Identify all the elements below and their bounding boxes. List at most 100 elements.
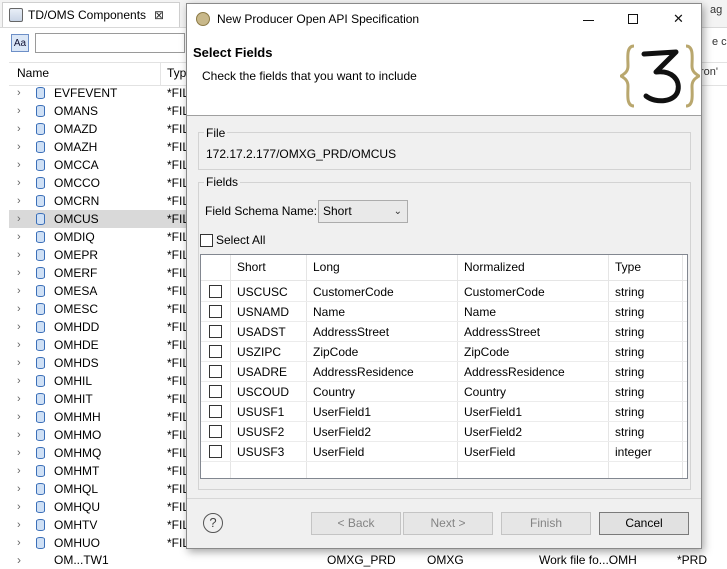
tree-arrow-icon[interactable]: ›	[17, 498, 21, 516]
components-row[interactable]: › OMDIQ *FIL	[9, 228, 209, 246]
column-type[interactable]: Type	[615, 260, 641, 274]
tree-arrow-icon[interactable]: ›	[17, 138, 21, 156]
field-checkbox[interactable]	[209, 405, 222, 418]
field-checkbox[interactable]	[209, 325, 222, 338]
component-description: Work file fo...OMH	[539, 553, 637, 567]
table-row[interactable]: USADST AddressStreet AddressStreet string	[201, 322, 687, 342]
tree-arrow-icon[interactable]: ›	[17, 390, 21, 408]
table-row[interactable]: USNAMD Name Name string	[201, 302, 687, 322]
field-checkbox[interactable]	[209, 305, 222, 318]
components-row[interactable]: › OMAZH *FIL	[9, 138, 209, 156]
tab-td-oms-components[interactable]: TD/OMS Components ⊠	[2, 2, 180, 27]
database-file-icon	[36, 465, 45, 477]
tree-arrow-icon[interactable]: ›	[17, 462, 21, 480]
tree-arrow-icon[interactable]: ›	[17, 120, 21, 138]
table-row[interactable]: USUSF1 UserField1 UserField1 string	[201, 402, 687, 422]
table-row[interactable]: USUSF3 UserField UserField integer	[201, 442, 687, 462]
field-checkbox[interactable]	[209, 445, 222, 458]
tree-arrow-icon[interactable]: ›	[17, 174, 21, 192]
finish-button[interactable]: Finish	[501, 512, 591, 535]
components-row[interactable]: › OMCCA *FIL	[9, 156, 209, 174]
components-row[interactable]: › OMCCO *FIL	[9, 174, 209, 192]
tree-arrow-icon[interactable]: ›	[17, 408, 21, 426]
tree-arrow-icon[interactable]: ›	[17, 210, 21, 228]
field-checkbox[interactable]	[209, 425, 222, 438]
components-row[interactable]: › OMESA *FIL	[9, 282, 209, 300]
components-row[interactable]: › OMHIL *FIL	[9, 372, 209, 390]
tree-arrow-icon[interactable]: ›	[17, 264, 21, 282]
components-row[interactable]: › OMHDS *FIL	[9, 354, 209, 372]
column-type[interactable]: Typ	[167, 66, 186, 80]
tree-arrow-icon[interactable]: ›	[17, 192, 21, 210]
components-row[interactable]: › OMCUS *FIL	[9, 210, 209, 228]
tree-arrow-icon[interactable]: ›	[17, 282, 21, 300]
database-file-icon	[36, 249, 45, 261]
filter-input[interactable]	[35, 33, 185, 53]
components-row[interactable]: › OMHQU *FIL	[9, 498, 209, 516]
column-short[interactable]: Short	[237, 260, 266, 274]
tree-arrow-icon[interactable]: ›	[17, 318, 21, 336]
field-checkbox[interactable]	[209, 385, 222, 398]
schema-name-label: Field Schema Name:	[205, 204, 318, 218]
components-row[interactable]: › OMAZD *FIL	[9, 120, 209, 138]
minimize-button[interactable]	[566, 4, 611, 34]
table-row[interactable]: USZIPC ZipCode ZipCode string	[201, 342, 687, 362]
tree-arrow-icon[interactable]: ›	[17, 84, 21, 102]
components-row[interactable]: › OMCRN *FIL	[9, 192, 209, 210]
table-row[interactable]: USADRE AddressResidence AddressResidence st…	[201, 362, 687, 382]
close-icon[interactable]: ⊠	[154, 8, 164, 22]
tree-arrow-icon[interactable]: ›	[17, 444, 21, 462]
components-row[interactable]: › OMANS *FIL	[9, 102, 209, 120]
field-short: USCUSC	[237, 285, 288, 299]
close-button[interactable]: ✕	[656, 4, 701, 34]
maximize-button[interactable]	[611, 4, 656, 34]
components-row[interactable]: › OMESC *FIL	[9, 300, 209, 318]
tree-arrow-icon[interactable]: ›	[17, 246, 21, 264]
component-name: OMHDS	[54, 356, 99, 370]
tree-arrow-icon[interactable]: ›	[17, 426, 21, 444]
components-row[interactable]: › OMHUO *FIL	[9, 534, 209, 552]
components-row[interactable]: › OMHTV *FIL	[9, 516, 209, 534]
tree-arrow-icon[interactable]: ›	[17, 534, 21, 552]
tree-arrow-icon[interactable]: ›	[17, 480, 21, 498]
components-row[interactable]: › OMHDD *FIL	[9, 318, 209, 336]
tree-arrow-icon[interactable]: ›	[17, 228, 21, 246]
field-checkbox[interactable]	[209, 285, 222, 298]
column-long[interactable]: Long	[313, 260, 340, 274]
back-button[interactable]: < Back	[311, 512, 401, 535]
tree-arrow-icon[interactable]: ›	[17, 102, 21, 120]
field-checkbox[interactable]	[209, 345, 222, 358]
components-row[interactable]: › OMHMT *FIL	[9, 462, 209, 480]
table-row[interactable]: USCOUD Country Country string	[201, 382, 687, 402]
tree-arrow-icon[interactable]: ›	[17, 156, 21, 174]
components-row[interactable]: › OMEPR *FIL	[9, 246, 209, 264]
database-file-icon	[36, 213, 45, 225]
case-sensitive-icon[interactable]: Aa	[11, 34, 29, 52]
components-row[interactable]: › OMHDE *FIL	[9, 336, 209, 354]
tree-arrow-icon[interactable]: ›	[17, 354, 21, 372]
schema-name-select[interactable]: Short ⌄	[318, 200, 408, 223]
tree-arrow-icon[interactable]: ›	[17, 516, 21, 534]
next-button[interactable]: Next >	[403, 512, 493, 535]
field-type: string	[615, 345, 645, 359]
help-button[interactable]: ?	[203, 513, 223, 533]
table-row[interactable]: USCUSC CustomerCode CustomerCode string	[201, 282, 687, 302]
select-all-checkbox[interactable]	[200, 234, 213, 247]
table-row[interactable]: USUSF2 UserField2 UserField2 string	[201, 422, 687, 442]
cancel-button[interactable]: Cancel	[599, 512, 689, 535]
components-row[interactable]: › OMHMQ *FIL	[9, 444, 209, 462]
field-long: UserField1	[313, 405, 372, 419]
components-row[interactable]: › OMHQL *FIL	[9, 480, 209, 498]
tree-arrow-icon[interactable]: ›	[17, 372, 21, 390]
components-row[interactable]: › OMHIT *FIL	[9, 390, 209, 408]
components-row[interactable]: › OMHMH *FIL	[9, 408, 209, 426]
select-all-label[interactable]: Select All	[216, 233, 265, 247]
column-name[interactable]: Name	[17, 66, 49, 80]
tree-arrow-icon[interactable]: ›	[17, 300, 21, 318]
components-row[interactable]: › OMERF *FIL	[9, 264, 209, 282]
column-normalized[interactable]: Normalized	[464, 260, 525, 274]
components-row[interactable]: › OMHMO *FIL	[9, 426, 209, 444]
components-row[interactable]: › EVFEVENT *FIL	[9, 84, 209, 102]
tree-arrow-icon[interactable]: ›	[17, 336, 21, 354]
field-checkbox[interactable]	[209, 365, 222, 378]
